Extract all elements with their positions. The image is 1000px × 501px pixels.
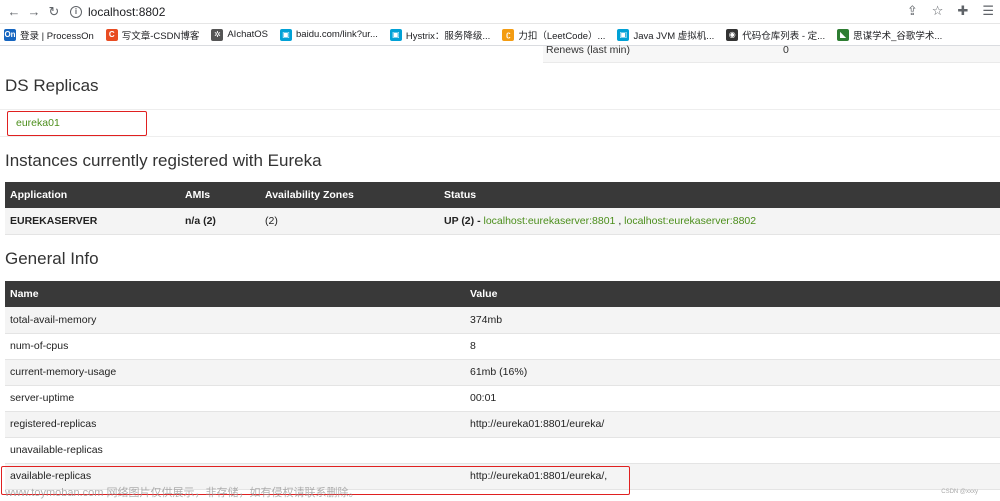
bookmarks-bar: On 登录 | ProcessOn C 写文章-CSDN博客 ✲ AIchatOS ▣ bai… <box>0 24 1000 46</box>
renews-value: 0 <box>783 44 789 56</box>
bookmark-star-icon[interactable]: ☆ <box>932 3 944 19</box>
column-header: Status <box>444 189 477 201</box>
info-value: 00:01 <box>465 385 1000 412</box>
watermark-text: www.toymoban.com 网络图片仅供展示，非存储，如有侵权请联系删除。 <box>5 487 360 499</box>
bookmark-label: 力扣（LeetCode）... <box>518 30 606 42</box>
browser-toolbar: ← → ↻ i localhost:8802 ⇪ ☆ ✚ ☰ <box>0 0 1000 24</box>
openai-icon: ✲ <box>211 28 224 41</box>
menu-icon[interactable]: ☰ <box>982 3 994 19</box>
table-row: unavailable-replicas <box>5 437 1000 464</box>
bookmark-item[interactable]: ʗ 力扣（LeetCode）... <box>502 28 605 42</box>
table-row: num-of-cpus 8 <box>5 333 1000 360</box>
info-value: 374mb <box>465 307 1000 334</box>
bookmark-item[interactable]: ◉ 代码仓库列表 - 定... <box>726 28 825 42</box>
bookmark-label: AIchatOS <box>227 29 269 40</box>
leetcode-icon: ʗ <box>502 28 515 41</box>
bookmark-item[interactable]: ▣ Java JVM 虚拟机... <box>617 28 714 42</box>
renews-label: Renews (last min) <box>546 44 631 56</box>
column-header: Availability Zones <box>265 189 354 201</box>
bookmark-item[interactable]: ▣ Hystrix：服务降级... <box>389 28 491 42</box>
table-row: EUREKASERVER n/a (2) (2) UP (2) - localh… <box>5 208 1000 235</box>
replica-row: eureka01 <box>0 109 1000 137</box>
zones-value: (2) <box>260 208 439 235</box>
info-value <box>465 437 1000 464</box>
replica-link[interactable]: eureka01 <box>16 117 60 129</box>
column-header: AMIs <box>185 189 211 201</box>
bookmark-label: Hystrix：服务降级... <box>405 30 491 42</box>
info-value: http://eureka01:8801/eureka/, <box>465 463 1000 490</box>
table-row: total-avail-memory 374mb <box>5 307 1000 334</box>
bookmark-label: 思谋学术_谷歌学术... <box>853 30 943 42</box>
link-separator: , <box>615 214 625 227</box>
share-icon[interactable]: ⇪ <box>907 3 918 19</box>
table-row: server-uptime 00:01 <box>5 385 1000 412</box>
forward-icon[interactable]: → <box>26 4 42 20</box>
info-name: current-memory-usage <box>5 359 465 386</box>
csdn-icon: C <box>105 28 118 41</box>
general-info-heading: General Info <box>5 249 99 268</box>
extensions-icon[interactable]: ✚ <box>957 3 968 19</box>
bookmark-label: 写文章-CSDN博客 <box>121 30 200 42</box>
url-text[interactable]: localhost:8802 <box>88 5 165 19</box>
status-cell: UP (2) - localhost:eurekaserver:8801 , l… <box>439 208 1000 235</box>
ds-replicas-heading: DS Replicas <box>5 76 99 95</box>
bookmark-item[interactable]: C 写文章-CSDN博客 <box>105 28 200 42</box>
instances-heading: Instances currently registered with Eure… <box>5 151 322 170</box>
info-value: 8 <box>465 333 1000 360</box>
table-row: registered-replicas http://eureka01:8801/… <box>5 411 1000 438</box>
instance-link[interactable]: localhost:eurekaserver:8801 <box>483 215 615 227</box>
renews-row: Renews (last min) 0 <box>543 44 1000 63</box>
info-value: 61mb (16%) <box>465 359 1000 386</box>
address-bar[interactable]: i localhost:8802 <box>70 3 165 21</box>
bookmark-label: Java JVM 虚拟机... <box>633 30 715 42</box>
bookmark-label: 代码仓库列表 - 定... <box>742 30 826 42</box>
bilibili-icon: ▣ <box>617 28 630 41</box>
bookmark-item[interactable]: ✲ AIchatOS <box>211 28 269 41</box>
table-row: current-memory-usage 61mb (16%) <box>5 359 1000 386</box>
info-name: total-avail-memory <box>5 307 465 334</box>
instances-table: Application AMIs Availability Zones Stat… <box>5 182 1000 235</box>
bilibili-icon: ▣ <box>280 28 293 41</box>
info-name: server-uptime <box>5 385 465 412</box>
reload-icon[interactable]: ↻ <box>46 4 62 20</box>
info-name: unavailable-replicas <box>5 437 465 464</box>
info-name: registered-replicas <box>5 411 465 438</box>
info-name: num-of-cpus <box>5 333 465 360</box>
general-info-table: Name Value total-avail-memory 374mb num-o… <box>5 281 1000 490</box>
column-header: Name <box>10 288 39 300</box>
scholar-icon: ◣ <box>837 28 850 41</box>
toolbar-right: ⇪ ☆ ✚ ☰ <box>907 3 994 19</box>
bookmark-item[interactable]: ◣ 思谋学术_谷歌学术... <box>837 28 942 42</box>
column-header: Value <box>470 288 498 300</box>
bilibili-icon: ▣ <box>389 28 402 41</box>
application-name: EUREKASERVER <box>5 208 180 235</box>
info-value: http://eureka01:8801/eureka/ <box>465 411 1000 438</box>
bookmark-item[interactable]: On 登录 | ProcessOn <box>4 28 94 42</box>
corner-mark: CSDN @xxxy <box>941 489 978 495</box>
processon-icon: On <box>4 28 16 41</box>
general-header-row: Name Value <box>5 281 1000 307</box>
column-header: Application <box>10 189 68 201</box>
bookmark-item[interactable]: ▣ baidu.com/link?ur... <box>280 28 378 41</box>
repo-icon: ◉ <box>726 28 739 41</box>
instances-header-row: Application AMIs Availability Zones Stat… <box>5 182 1000 208</box>
bookmark-label: baidu.com/link?ur... <box>296 29 378 40</box>
site-info-icon[interactable]: i <box>70 6 82 18</box>
status-prefix: UP (2) - <box>444 214 484 227</box>
bookmark-label: 登录 | ProcessOn <box>20 30 94 42</box>
amis-value: n/a (2) <box>180 208 260 235</box>
back-icon[interactable]: ← <box>6 4 22 20</box>
instance-link[interactable]: localhost:eurekaserver:8802 <box>624 215 756 227</box>
